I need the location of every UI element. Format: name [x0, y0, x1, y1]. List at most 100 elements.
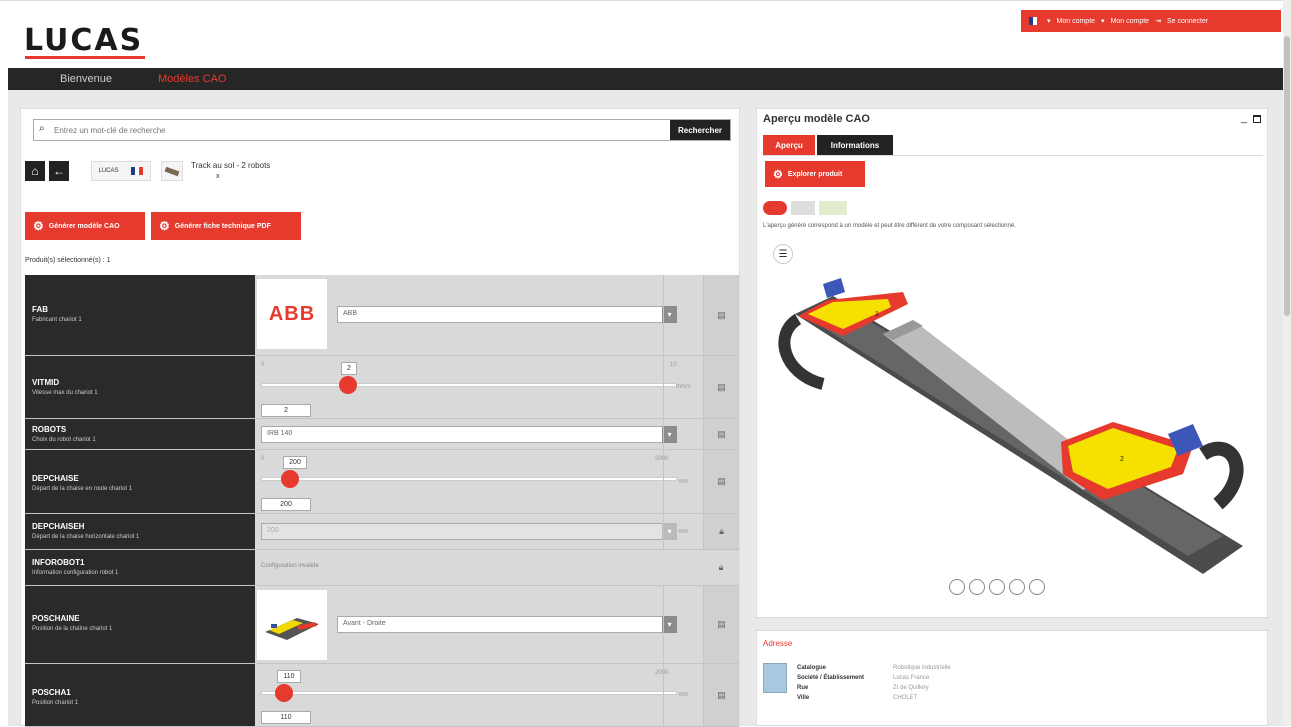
home-button[interactable]: ⌂: [25, 161, 45, 181]
top-header: LUCAS ▾ Mon compte ▾ Mon compte ⇥ Se con…: [0, 0, 1291, 68]
chain-position-select[interactable]: Avant - Droite ▾: [337, 616, 677, 633]
section-icon[interactable]: [1009, 579, 1025, 595]
address-panel: Adresse Catalogue Robotique industrielle …: [756, 630, 1268, 726]
robot-select[interactable]: IRB 140 ▾: [261, 426, 677, 443]
param-code: VITMID: [32, 378, 60, 387]
param-code: DEPCHAISE: [32, 474, 79, 483]
param-desc: Choix du robot chariot 1: [32, 437, 96, 443]
param-label: FAB Fabricant chariot 1: [25, 275, 255, 355]
param-label: VITMID Vitesse max du chariot 1: [25, 356, 255, 418]
list-toggle-button[interactable]: ☰: [773, 244, 793, 264]
rotate-icon[interactable]: [989, 579, 1005, 595]
login-icon[interactable]: ⇥: [1155, 17, 1161, 25]
preview-title: Aperçu modèle CAO: [763, 113, 870, 125]
carriage-label-2: 2: [1120, 456, 1124, 463]
france-flag-icon: [131, 167, 144, 175]
account-dropdown[interactable]: Mon compte: [1057, 18, 1096, 25]
param-code: INFOROBOT1: [32, 558, 85, 567]
lock-icon: 🔒︎: [718, 562, 724, 572]
poscha1-slider-handle[interactable]: [275, 684, 293, 702]
search-input[interactable]: [54, 123, 664, 137]
menu-icon[interactable]: ▤: [703, 356, 739, 418]
explore-product-button[interactable]: ⚙ Explorer produit: [765, 161, 865, 187]
depchaise-slider-track[interactable]: [261, 477, 677, 481]
list-item: Catalogue Robotique industrielle: [797, 663, 951, 673]
address-table: Catalogue Robotique industrielle Société …: [797, 663, 951, 703]
view-cube-icon[interactable]: [949, 579, 965, 595]
breadcrumb-title: Track au sol - 2 robots: [191, 161, 271, 170]
generate-cad-button[interactable]: ⚙ Générer modèle CAO: [25, 212, 145, 240]
lucas-mini-logo: LUCAS: [98, 168, 119, 174]
address-value: Robotique industrielle: [893, 665, 951, 671]
search-button[interactable]: Rechercher: [670, 120, 730, 140]
chevron-down-icon[interactable]: ▾: [1047, 17, 1051, 25]
partner-logo: [819, 201, 847, 215]
vitmid-value-input[interactable]: 2: [261, 404, 311, 417]
nav-item-welcome[interactable]: Bienvenue: [60, 73, 112, 85]
gear-icon: ⚙: [159, 219, 170, 233]
partner-logo: [763, 201, 787, 215]
chain-position-thumbnail: [257, 590, 327, 660]
partner-logo: [791, 201, 815, 215]
param-code: ROBOTS: [32, 425, 67, 434]
login-link[interactable]: Se connecter: [1167, 18, 1208, 25]
param-label: DEPCHAISEH Départ de la chaise horizontal…: [25, 514, 255, 549]
france-flag-icon[interactable]: [1029, 17, 1041, 25]
vitmid-slider-track[interactable]: [261, 383, 677, 387]
slider-tooltip: 200: [283, 456, 307, 469]
account-link[interactable]: Mon compte: [1111, 18, 1150, 25]
lucas-logo[interactable]: LUCAS: [24, 23, 143, 58]
param-desc: Départ de la chaise en route chariot 1: [32, 486, 133, 492]
gear-icon: ⚙: [33, 219, 44, 233]
select-value: ABB: [343, 310, 358, 317]
menu-icon[interactable]: ▤: [703, 275, 739, 355]
generate-pdf-label: Générer fiche technique PDF: [174, 222, 271, 230]
fullscreen-icon[interactable]: [1029, 579, 1045, 595]
home-icon: ⌂: [31, 164, 39, 178]
abb-logo: ABB: [257, 279, 327, 349]
slider-min: 0: [261, 456, 265, 462]
lock-icon: 🔒︎: [703, 514, 739, 549]
brand-thumbnail[interactable]: LUCAS: [91, 161, 151, 181]
field-value: 200: [267, 527, 279, 534]
chevron-down-icon[interactable]: ▾: [1101, 17, 1105, 25]
unit-cell: mm: [663, 514, 703, 549]
search-bar: ⌕ Rechercher: [33, 119, 731, 141]
menu-icon[interactable]: ▤: [703, 419, 739, 449]
list-item: Société / Établissement Lucas France: [797, 673, 951, 683]
tab-informations[interactable]: Informations: [817, 135, 893, 155]
param-code: DEPCHAISEH: [32, 522, 85, 531]
menu-icon[interactable]: ▤: [703, 450, 739, 513]
manufacturer-select[interactable]: ABB ▾: [337, 306, 677, 323]
nav-item-cad-models[interactable]: Modèles CAO: [158, 73, 226, 85]
view-controls: [947, 579, 1047, 595]
param-label: POSCHAINE Position de la chaîne chariot 1: [25, 586, 255, 663]
generate-pdf-button[interactable]: ⚙ Générer fiche technique PDF: [151, 212, 301, 240]
depchaise-slider-handle[interactable]: [281, 470, 299, 488]
minimize-icon[interactable]: _: [1241, 112, 1247, 124]
menu-icon[interactable]: ▤: [703, 664, 739, 726]
slider-min: 0: [261, 362, 265, 368]
poscha1-value-input[interactable]: 110: [261, 711, 311, 724]
back-button[interactable]: ←: [49, 161, 69, 181]
unit-cell: [663, 586, 703, 663]
menu-icon[interactable]: ▤: [703, 586, 739, 663]
vitmid-slider-handle[interactable]: [339, 376, 357, 394]
maximize-icon[interactable]: [1253, 115, 1261, 123]
light-icon[interactable]: [969, 579, 985, 595]
table-row: POSCHA1 Position chariot 1 2000 110 110 m…: [25, 664, 739, 727]
cad-preview-panel: Aperçu modèle CAO _ Aperçu Informations …: [756, 108, 1268, 618]
address-key: Ville: [797, 695, 810, 701]
param-desc: Vitesse max du chariot 1: [32, 390, 98, 396]
param-label: ROBOTS Choix du robot chariot 1: [25, 419, 255, 449]
cad-3d-viewer[interactable]: 1 2: [763, 274, 1263, 584]
arrow-left-icon: ←: [53, 164, 65, 178]
scrollbar-thumb[interactable]: [1284, 36, 1290, 316]
address-key: Catalogue: [797, 665, 827, 671]
address-key: Société / Établissement: [797, 675, 865, 681]
tab-preview[interactable]: Aperçu: [763, 135, 815, 155]
depchaise-value-input[interactable]: 200: [261, 498, 311, 511]
poscha1-slider-track[interactable]: [261, 691, 677, 695]
param-desc: Information configuration robot 1: [32, 570, 119, 576]
product-thumbnail[interactable]: [161, 161, 183, 181]
